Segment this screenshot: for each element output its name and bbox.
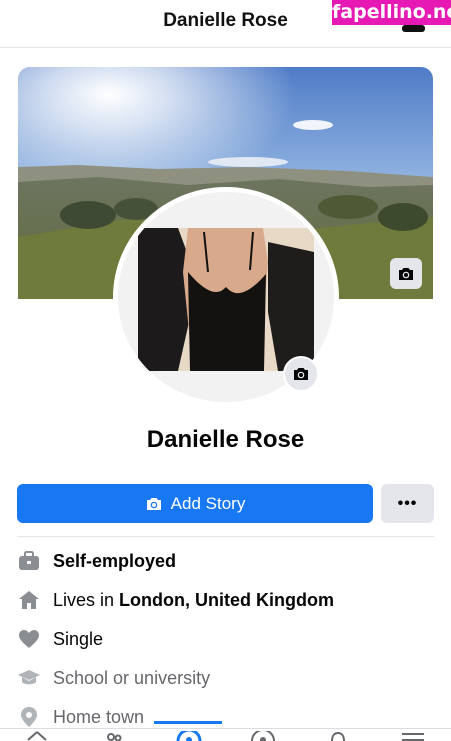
camera-icon [399, 267, 413, 280]
avatar-camera-button[interactable] [283, 356, 319, 392]
work-text: Self-employed [53, 550, 177, 571]
profile-name: Danielle Rose [146, 426, 305, 453]
briefcase-icon [17, 549, 41, 573]
groups-tab-icon[interactable] [250, 731, 276, 741]
more-options-button[interactable]: ••• [381, 484, 434, 523]
heart-icon [17, 627, 41, 651]
location-pin-icon [17, 705, 41, 729]
bottom-nav [0, 728, 451, 741]
detail-lives-in[interactable]: Lives in London, United Kingdom [17, 587, 334, 613]
lives-place: London, United Kingdom [119, 589, 335, 610]
school-text: School or university [53, 667, 211, 688]
home-tab-icon[interactable] [27, 731, 47, 741]
hometown-text: Home town [53, 706, 145, 727]
detail-work[interactable]: Self-employed [17, 548, 176, 574]
friends-tab-icon[interactable] [104, 731, 124, 741]
watermark: fapellino.net [332, 0, 451, 25]
detail-relationship[interactable]: Single [17, 626, 103, 652]
lives-prefix: Lives in [53, 589, 120, 610]
home-icon [17, 588, 41, 612]
menu-tab-icon[interactable] [401, 731, 425, 741]
profile-tab-icon[interactable] [176, 731, 202, 741]
detail-school[interactable]: School or university [17, 665, 210, 691]
camera-icon [145, 496, 163, 512]
relationship-text: Single [53, 628, 104, 649]
header-divider [0, 47, 451, 48]
graduation-cap-icon [17, 666, 41, 690]
add-story-button[interactable]: Add Story [17, 484, 373, 523]
cover-camera-button[interactable] [390, 258, 422, 289]
status-pill [402, 25, 425, 32]
notifications-tab-icon[interactable] [328, 731, 348, 741]
add-story-label: Add Story [170, 493, 246, 513]
active-tab-indicator [154, 721, 222, 724]
camera-icon [294, 368, 308, 380]
actions-divider [17, 536, 434, 537]
detail-hometown[interactable]: Home town [17, 704, 144, 730]
